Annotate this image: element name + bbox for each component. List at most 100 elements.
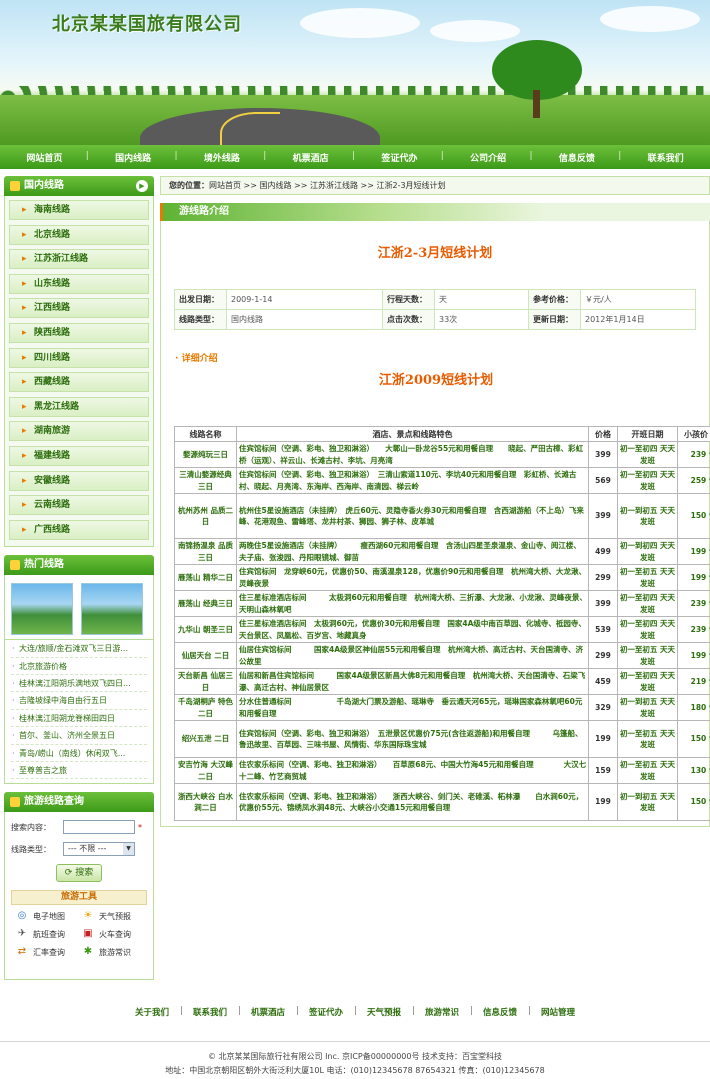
category-item-sichuan[interactable]: 四川线路 bbox=[9, 347, 149, 368]
hot-route-item[interactable]: 青岛/崂山（南线）休闲双飞... bbox=[11, 745, 147, 763]
footer-link-knowledge[interactable]: 旅游常识 bbox=[413, 1006, 473, 1018]
route-name-cell: 婺源纯玩三日 bbox=[174, 441, 237, 468]
category-item-anhui[interactable]: 安徽线路 bbox=[9, 470, 149, 491]
sidebar: 国内线路 ▶ 海南线路 北京线路 江苏浙江线路 山东线路 江西线路 陕西线路 四… bbox=[4, 176, 154, 981]
route-desc-cell: 仙居和新昌住宾馆标间 国家4A级景区新昌大佛8元和用餐自理 杭州湾大桥、天台国清… bbox=[236, 668, 589, 695]
page-title: 江浙2-3月短线计划 bbox=[377, 246, 493, 261]
route-type-select[interactable]: --- 不限 --- ▼ bbox=[63, 842, 135, 857]
nav-about[interactable]: 公司介绍 bbox=[444, 151, 533, 164]
tool-weather[interactable]: ☀ 天气预报 bbox=[81, 909, 147, 923]
category-item-hainan[interactable]: 海南线路 bbox=[9, 200, 149, 220]
category-item-beijing[interactable]: 北京线路 bbox=[9, 224, 149, 245]
tool-label: 航班查询 bbox=[33, 929, 65, 939]
footer-link-weather[interactable]: 天气预报 bbox=[355, 1006, 415, 1018]
category-item-heilongjiang[interactable]: 黑龙江线路 bbox=[9, 396, 149, 417]
search-content-label: 搜索内容： bbox=[11, 822, 51, 832]
route-detail-panel: 江浙2-3月短线计划 出发日期： 2009-1-14 行程天数： 天 参考价格：… bbox=[160, 221, 710, 827]
category-item-guangxi[interactable]: 广西线路 bbox=[9, 519, 149, 540]
hot-route-item[interactable]: 桂林漓江阳朔龙脊梯田四日 bbox=[11, 710, 147, 728]
tool-knowledge[interactable]: ✱ 旅游常识 bbox=[81, 945, 147, 959]
search-icon: ⟳ bbox=[64, 868, 73, 879]
tool-train[interactable]: ▣ 火车查询 bbox=[81, 927, 147, 941]
nav-tickets-hotels[interactable]: 机票酒店 bbox=[266, 151, 355, 164]
hot-route-item[interactable]: 桂林漓江阳朔乐满地双飞四日... bbox=[11, 675, 147, 693]
footer-copyright: © 北京某某国际旅行社有限公司 Inc. 京ICP备00000000号 技术支持… bbox=[0, 1050, 710, 1078]
route-name-cell: 南锦扬温泉 品质三日 bbox=[174, 538, 237, 565]
route-price-cell: 569 bbox=[588, 467, 618, 494]
nav-feedback[interactable]: 信息反馈 bbox=[533, 151, 622, 164]
category-item-yunnan[interactable]: 云南线路 bbox=[9, 495, 149, 516]
category-item-shandong[interactable]: 山东线路 bbox=[9, 273, 149, 294]
table-row: 三清山婺源经典 三日 住宾馆标间（空调、彩电、独卫和淋浴） 三清山索道110元、李… bbox=[174, 467, 710, 494]
update-date-value: 2012年1月14日 bbox=[580, 309, 696, 330]
footer-link-tickets[interactable]: 机票酒店 bbox=[239, 1006, 299, 1018]
route-name-cell: 千岛湖桐庐 特色二日 bbox=[174, 694, 237, 721]
route-child-price-cell: 199 含车位 bbox=[677, 538, 710, 565]
nav-home[interactable]: 网站首页 bbox=[0, 151, 89, 164]
nav-overseas[interactable]: 境外线路 bbox=[178, 151, 267, 164]
route-child-price-cell: 130 含车位 bbox=[677, 757, 710, 784]
route-desc-cell: 住农家乐标间（空调、彩电、独卫和淋浴） 百草原68元、中国大竹海45元和用餐自理… bbox=[236, 757, 589, 784]
table-row: 南锦扬温泉 品质三日 两晚住5星设施酒店（未挂牌） 瘦西湖60元和用餐自理 含汤山… bbox=[174, 538, 710, 565]
nav-contact[interactable]: 联系我们 bbox=[621, 151, 710, 164]
hot-route-list: 大连/旅顺/金石滩双飞三日游... 北京旅游价格 桂林漓江阳朔乐满地双飞四日..… bbox=[4, 640, 154, 785]
route-child-price-cell: 239 含车位 bbox=[677, 441, 710, 468]
hot-route-item[interactable]: 至尊普吉之旅 bbox=[11, 762, 147, 780]
route-info-table: 出发日期： 2009-1-14 行程天数： 天 参考价格： ￥元/人 线路类型：… bbox=[174, 289, 696, 330]
lake-photo[interactable] bbox=[11, 583, 73, 636]
hot-route-item[interactable]: 大连/旅顺/金石滩双飞三日游... bbox=[11, 640, 147, 658]
category-item-shaanxi[interactable]: 陕西线路 bbox=[9, 322, 149, 343]
footer-link-about[interactable]: 关于我们 bbox=[123, 1006, 183, 1018]
site-logo[interactable]: 北京某某国旅有限公司 bbox=[52, 10, 242, 36]
more-arrow-icon[interactable]: ▶ bbox=[136, 180, 148, 192]
col-header-route-name: 线路名称 bbox=[174, 426, 237, 442]
route-name-cell: 安吉竹海 大汉峰二日 bbox=[174, 757, 237, 784]
table-row: 雁荡山 经典三日 住三星标准酒店标间 太极洞60元和用餐自理 杭州湾大桥、三折瀑、… bbox=[174, 590, 710, 617]
tool-exchange[interactable]: ⇄ 汇率查询 bbox=[15, 945, 81, 959]
footer-link-contact[interactable]: 联系我们 bbox=[181, 1006, 241, 1018]
table-row: 雁荡山 精华二日 住宾馆标间 龙穿峡60元，优惠价50、南溪温泉128，优惠价90… bbox=[174, 564, 710, 591]
plan-title: 江浙2009短线计划 bbox=[378, 373, 494, 388]
category-item-tibet[interactable]: 西藏线路 bbox=[9, 372, 149, 393]
route-desc-cell: 仙居住宾馆标间 国家4A级景区神仙居55元和用餐自理 杭州湾大桥、高迁古村、天台… bbox=[236, 642, 589, 669]
search-input[interactable] bbox=[63, 820, 135, 835]
depart-date-value: 2009-1-14 bbox=[226, 289, 383, 310]
route-price-cell: 399 bbox=[588, 441, 618, 468]
footer-link-feedback[interactable]: 信息反馈 bbox=[471, 1006, 531, 1018]
route-price-cell: 299 bbox=[588, 564, 618, 591]
nav-visa[interactable]: 签证代办 bbox=[355, 151, 444, 164]
search-button[interactable]: ⟳ 搜索 bbox=[56, 864, 102, 883]
hot-routes-title: 热门线路 bbox=[24, 559, 64, 571]
category-item-fujian[interactable]: 福建线路 bbox=[9, 445, 149, 466]
route-search-panel: 搜索内容： * 线路类型： --- 不限 --- ▼ ⟳ 搜索 旅游工具 ◎ 电子… bbox=[4, 812, 154, 981]
tool-map[interactable]: ◎ 电子地图 bbox=[15, 909, 81, 923]
ref-price-label: 参考价格： bbox=[528, 289, 581, 310]
depart-date-label: 出发日期： bbox=[174, 289, 227, 310]
hot-route-item[interactable]: 吉隆坡绿中海自由行五日 bbox=[11, 692, 147, 710]
category-list: 海南线路 北京线路 江苏浙江线路 山东线路 江西线路 陕西线路 四川线路 西藏线… bbox=[4, 196, 154, 548]
category-item-jiangxi[interactable]: 江西线路 bbox=[9, 298, 149, 319]
category-item-hunan[interactable]: 湖南旅游 bbox=[9, 421, 149, 442]
lake-photo[interactable] bbox=[81, 583, 143, 636]
breadcrumb-path[interactable]: 网站首页 >> 国内线路 >> 江苏浙江线路 >> 江浙2-3月短线计划 bbox=[209, 181, 446, 190]
chevron-down-icon[interactable]: ▼ bbox=[123, 843, 134, 856]
hot-route-item[interactable]: 首尔、釜山、济州全景五日 bbox=[11, 727, 147, 745]
route-price-cell: 199 bbox=[588, 720, 618, 758]
tool-flight[interactable]: ✈ 航班查询 bbox=[15, 927, 81, 941]
footer-link-admin[interactable]: 网站管理 bbox=[529, 1006, 587, 1018]
route-price-cell: 499 bbox=[588, 538, 618, 565]
tool-label: 电子地图 bbox=[33, 911, 65, 921]
route-desc-cell: 住宾馆标间（空调、彩电、独卫和淋浴） 大鄣山一卧龙谷55元和用餐自理 晓起、严田… bbox=[236, 441, 589, 468]
hot-route-item[interactable]: 北京旅游价格 bbox=[11, 658, 147, 676]
route-name-cell: 天台新昌 仙居三日 bbox=[174, 668, 237, 695]
footer-link-visa[interactable]: 签证代办 bbox=[297, 1006, 357, 1018]
category-item-jiangsu-zhejiang[interactable]: 江苏浙江线路 bbox=[9, 249, 149, 270]
domestic-routes-title: 国内线路 bbox=[24, 180, 64, 191]
route-price-cell: 459 bbox=[588, 668, 618, 695]
click-count-label: 点击次数： bbox=[382, 309, 435, 330]
nav-domestic[interactable]: 国内线路 bbox=[89, 151, 178, 164]
route-child-price-cell: 180 含车位 bbox=[677, 694, 710, 721]
route-child-price-cell: 239 含车位 bbox=[677, 590, 710, 617]
tool-label: 汇率查询 bbox=[33, 947, 65, 957]
breadcrumb: 您的位置：网站首页 >> 国内线路 >> 江苏浙江线路 >> 江浙2-3月短线计… bbox=[160, 176, 710, 195]
